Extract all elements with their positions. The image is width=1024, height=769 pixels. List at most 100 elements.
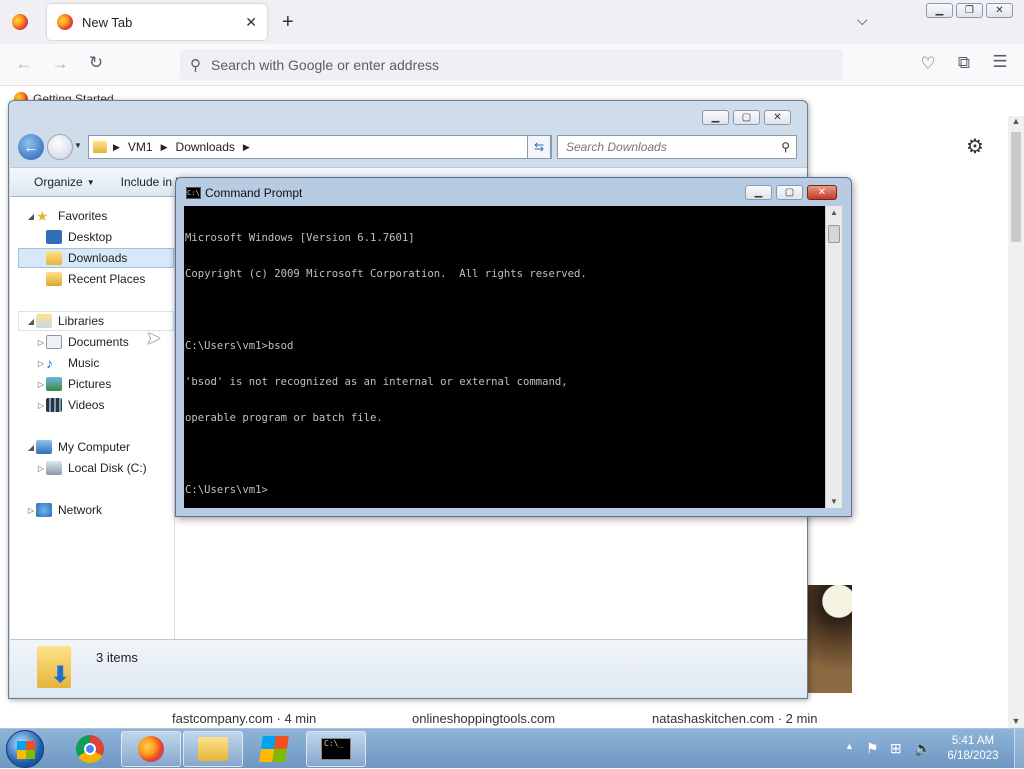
volume-muted-icon[interactable]: 🔈 <box>914 740 931 757</box>
close-button[interactable]: ✕ <box>986 3 1013 18</box>
mouse-cursor-icon: ➤ <box>146 328 162 348</box>
show-desktop-button[interactable] <box>1014 729 1024 769</box>
pocket-icon[interactable]: ♡ <box>917 54 939 74</box>
show-hidden-icons[interactable]: ▲ <box>845 741 854 751</box>
console-line: operable program or batch file. <box>185 412 383 424</box>
taskbar-firefox[interactable] <box>121 731 181 767</box>
details-pane: ⬇ 3 items <box>10 639 807 697</box>
close-button[interactable]: ✕ <box>807 185 837 200</box>
expand-icon[interactable]: ▷ <box>36 401 46 410</box>
console-line: Copyright (c) 2009 Microsoft Corporation… <box>185 268 587 280</box>
navigation-pane: ◢ ★ Favorites Desktop Downloads Recent Pla… <box>10 197 175 639</box>
tab-new-tab[interactable]: New Tab ✕ <box>47 4 267 40</box>
videos-icon <box>46 398 62 412</box>
system-clock[interactable]: 5:41 AM 6/18/2023 <box>938 734 1008 764</box>
nav-label: Local Disk (C:) <box>68 461 147 475</box>
console-prompt: C:\Users\vm1> <box>185 484 268 496</box>
console-line: C:\Users\vm1>bsod <box>185 340 294 352</box>
console-line: 'bsod' is not recognized as an internal … <box>185 376 568 388</box>
nav-favorites[interactable]: ◢ ★ Favorites <box>26 206 190 226</box>
firefox-menu-icon[interactable] <box>12 14 28 30</box>
clock-time: 5:41 AM <box>951 735 995 747</box>
nav-network[interactable]: ▷ Network <box>26 500 190 520</box>
breadcrumb-separator-icon: ▶ <box>113 141 120 152</box>
article-thumbnail[interactable] <box>808 585 852 693</box>
breadcrumb-separator-icon: ▶ <box>242 141 250 152</box>
scrollbar-thumb[interactable] <box>1011 132 1021 242</box>
expand-icon[interactable]: ▷ <box>26 506 36 515</box>
documents-icon <box>46 335 62 349</box>
list-tabs-icon[interactable]: ⌵ <box>857 12 868 29</box>
settings-gear-icon[interactable]: ⚙ <box>966 134 984 159</box>
action-center-flag-icon[interactable]: ⚑ <box>866 740 879 757</box>
firefox-icon <box>138 736 164 762</box>
taskbar: C:\_ ▲ ⚑ ⊞ 🔈 5:41 AM 6/18/2023 <box>0 728 1024 769</box>
maximize-button[interactable]: ▢ <box>776 185 803 200</box>
console-scroll-thumb[interactable] <box>828 225 840 243</box>
collapse-icon[interactable]: ◢ <box>26 212 36 221</box>
nav-label: Favorites <box>58 209 108 223</box>
recent-pages-chevron-icon[interactable]: ▼ <box>74 141 82 150</box>
download-arrow-icon: ⬇ <box>51 662 70 687</box>
menu-icon[interactable]: ☰ <box>989 52 1011 72</box>
nav-label: My Computer <box>58 440 131 454</box>
console-scrollbar[interactable]: ▲ ▼ <box>825 206 842 508</box>
expand-icon[interactable]: ▷ <box>36 338 46 347</box>
console-output[interactable]: Microsoft Windows [Version 6.1.7601] Cop… <box>184 206 825 508</box>
breadcrumb-vm1[interactable]: VM1 <box>128 140 153 154</box>
taskbar-cmd[interactable]: C:\_ <box>306 731 366 767</box>
nav-label: Music <box>68 356 100 370</box>
nav-label: Videos <box>68 398 105 412</box>
taskbar-explorer[interactable] <box>183 731 243 767</box>
forward-arrow-icon[interactable] <box>47 134 73 160</box>
network-tray-icon[interactable]: ⊞ <box>890 740 902 757</box>
windows-logo-icon <box>17 741 35 759</box>
nav-label: Pictures <box>68 377 112 391</box>
minimize-button[interactable]: ▁ <box>745 185 772 200</box>
computer-icon <box>36 440 52 454</box>
reload-icon[interactable]: ↻ <box>85 53 107 73</box>
recent-places-icon <box>46 272 62 286</box>
scroll-down-icon[interactable]: ▼ <box>826 497 842 506</box>
close-button[interactable]: ✕ <box>764 110 791 125</box>
extensions-icon[interactable]: ⧉ <box>953 53 975 73</box>
refresh-icon[interactable]: ⇆ <box>527 135 551 159</box>
minimize-button[interactable]: ▁ <box>926 3 953 18</box>
back-arrow-icon[interactable]: ← <box>18 134 44 160</box>
explorer-address-bar[interactable]: ▶ VM1 ▶ Downloads ▶ ▼ <box>88 135 552 159</box>
explorer-search-input[interactable]: Search Downloads ⚲ <box>557 135 797 159</box>
back-icon[interactable]: ← <box>13 54 35 74</box>
expand-icon[interactable]: ▷ <box>36 359 46 368</box>
taskbar-chrome[interactable] <box>60 731 120 767</box>
clock-date: 6/18/2023 <box>947 750 999 762</box>
tab-title: New Tab <box>82 14 133 30</box>
forward-icon[interactable]: → <box>49 54 71 74</box>
organize-dropdown-icon[interactable]: ▼ <box>87 178 95 187</box>
expand-icon[interactable]: ▷ <box>36 380 46 389</box>
minimize-button[interactable]: ▁ <box>702 110 729 125</box>
page-scrollbar[interactable]: ▲ ▼ <box>1008 116 1024 728</box>
nav-label: Downloads <box>68 251 128 265</box>
collapse-icon[interactable]: ◢ <box>26 317 36 326</box>
scroll-up-icon[interactable]: ▲ <box>826 208 842 217</box>
address-bar[interactable]: ⚲ Search with Google or enter address <box>180 49 843 80</box>
network-icon <box>36 503 52 517</box>
start-button[interactable] <box>6 730 44 768</box>
breadcrumb-separator-icon: ▶ <box>160 141 168 152</box>
console-line: Microsoft Windows [Version 6.1.7601] <box>185 232 415 244</box>
organize-button[interactable]: Organize <box>34 175 83 189</box>
windows-flag-icon <box>259 736 289 762</box>
breadcrumb-downloads[interactable]: Downloads <box>176 140 235 154</box>
expand-icon[interactable]: ▷ <box>36 464 46 473</box>
maximize-button[interactable]: ▢ <box>733 110 760 125</box>
new-tab-button[interactable]: + <box>282 11 294 34</box>
command-prompt-window: C:\ Command Prompt ▁ ▢ ✕ Microsoft Windo… <box>175 177 852 517</box>
folder-large-icon: ⬇ <box>37 646 71 688</box>
close-tab-icon[interactable]: ✕ <box>245 14 257 31</box>
nav-downloads[interactable]: Downloads <box>18 248 174 268</box>
taskbar-media-player[interactable] <box>244 731 304 767</box>
restore-button[interactable]: ❐ <box>956 3 983 18</box>
collapse-icon[interactable]: ◢ <box>26 443 36 452</box>
nav-my-computer[interactable]: ◢ My Computer <box>26 437 190 457</box>
nav-label: Documents <box>68 335 129 349</box>
